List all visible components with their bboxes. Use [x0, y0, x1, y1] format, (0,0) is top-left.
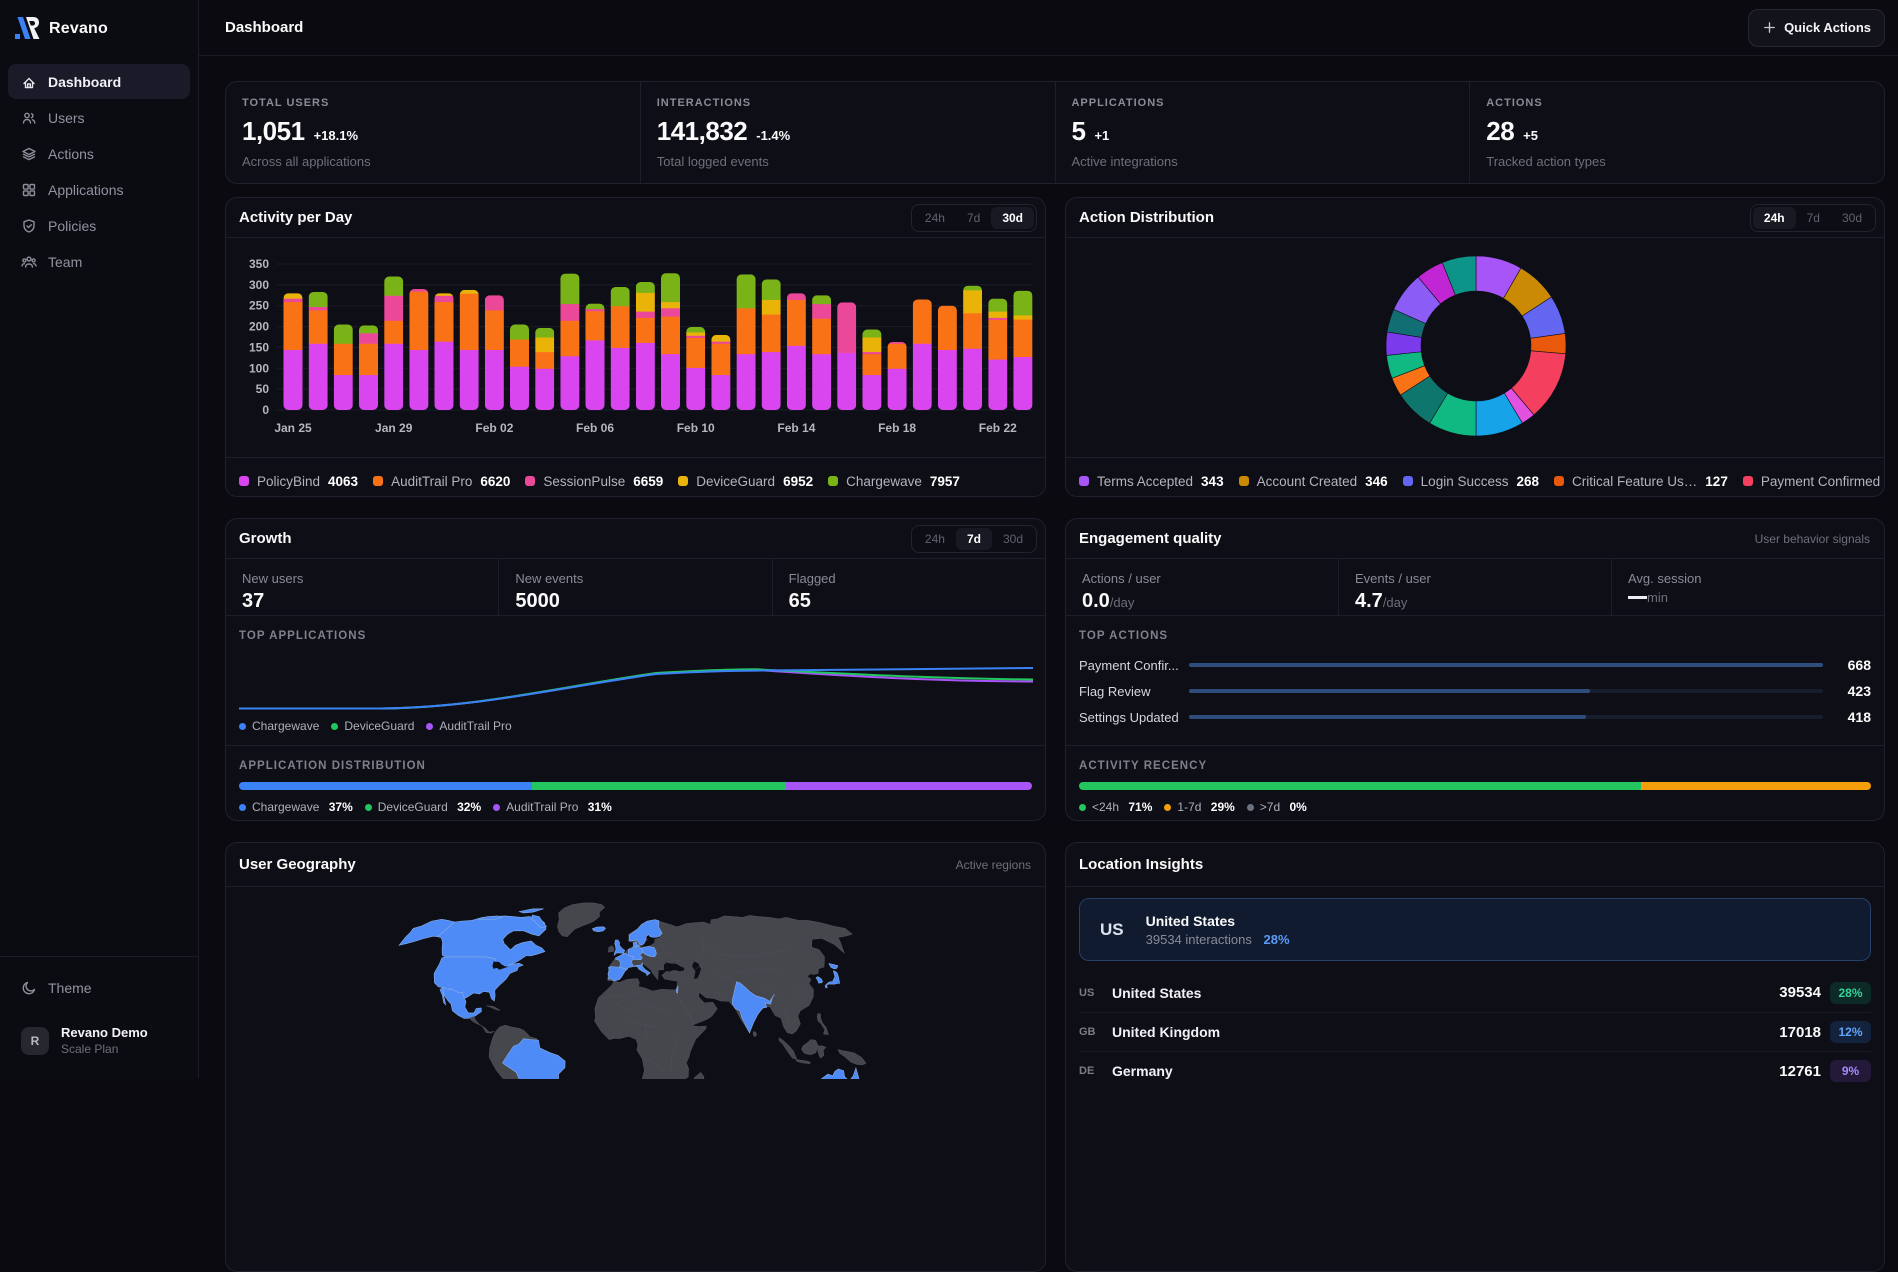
svg-text:300: 300 — [249, 278, 269, 292]
svg-text:Feb 10: Feb 10 — [677, 421, 715, 435]
svg-text:Feb 18: Feb 18 — [878, 421, 916, 435]
svg-text:Feb 02: Feb 02 — [475, 421, 513, 435]
svg-text:Jan 25: Jan 25 — [274, 421, 312, 435]
svg-text:Feb 22: Feb 22 — [979, 421, 1017, 435]
svg-text:Feb 06: Feb 06 — [576, 421, 614, 435]
svg-text:50: 50 — [256, 382, 270, 396]
svg-text:150: 150 — [249, 340, 269, 354]
svg-text:350: 350 — [249, 257, 269, 271]
svg-text:100: 100 — [249, 361, 269, 375]
svg-text:200: 200 — [249, 320, 269, 334]
svg-text:Feb 14: Feb 14 — [777, 421, 815, 435]
svg-text:Jan 29: Jan 29 — [375, 421, 413, 435]
svg-text:0: 0 — [262, 403, 269, 417]
svg-text:250: 250 — [249, 299, 269, 313]
